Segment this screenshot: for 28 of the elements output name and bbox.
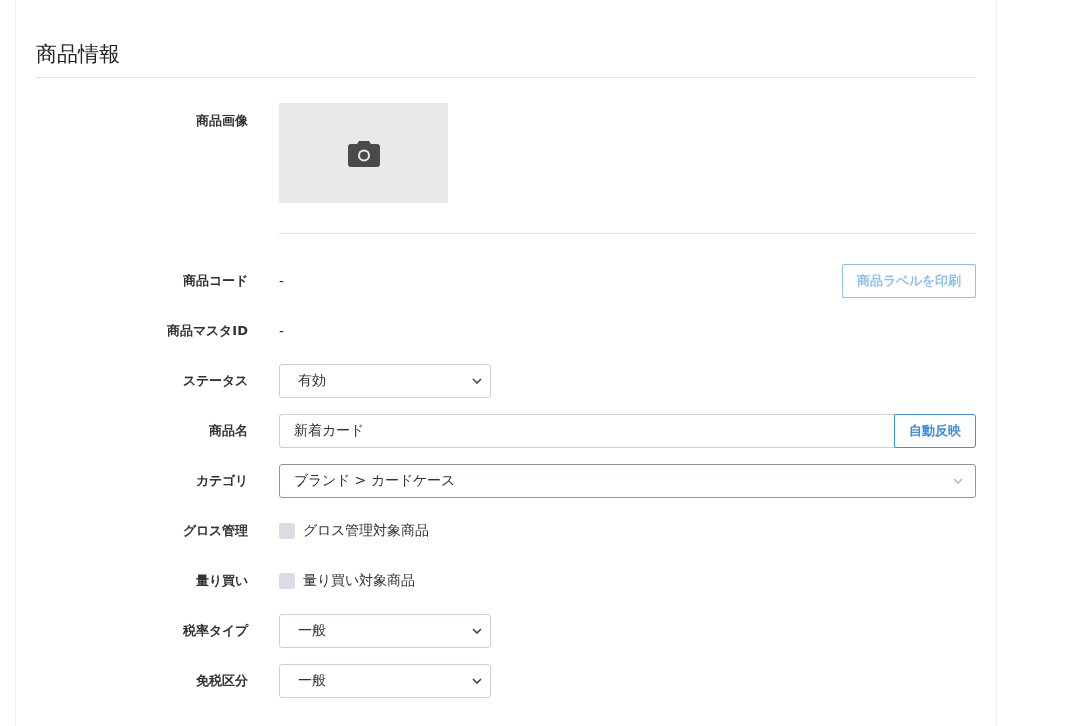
select-field[interactable]: 一般	[279, 664, 491, 698]
field-value: -	[279, 273, 285, 289]
chevron-down-icon	[472, 678, 482, 684]
field-label: 商品名	[209, 422, 248, 440]
chevron-down-icon	[472, 378, 482, 384]
field-label: 商品マスタID	[167, 322, 248, 340]
checkbox[interactable]	[279, 523, 295, 539]
image-upload-area[interactable]	[279, 103, 448, 203]
checkbox-label: グロス管理対象商品	[303, 522, 429, 540]
select-field[interactable]: 一般	[279, 614, 491, 648]
field-label: ステータス	[183, 372, 248, 390]
camera-icon	[347, 139, 380, 167]
field-value: -	[279, 323, 285, 339]
checkbox-label: 量り買い対象商品	[303, 572, 415, 590]
chevron-down-icon	[472, 628, 482, 634]
text-input[interactable]: 新着カード	[279, 414, 894, 448]
select-field[interactable]: 有効	[279, 364, 491, 398]
section-title: 商品情報	[36, 40, 976, 78]
field-label: 商品コード	[183, 272, 248, 290]
field-label: カテゴリ	[196, 472, 248, 490]
field-label: グロス管理	[183, 522, 248, 540]
checkbox[interactable]	[279, 573, 295, 589]
field-label: 量り買い	[196, 572, 248, 590]
field-label: 税率タイプ	[183, 622, 248, 640]
field-label: 免税区分	[196, 672, 248, 690]
field-label: 商品画像	[196, 112, 248, 130]
chevron-down-icon	[953, 478, 963, 484]
category-select[interactable]: ブランド > カードケース	[279, 464, 976, 498]
